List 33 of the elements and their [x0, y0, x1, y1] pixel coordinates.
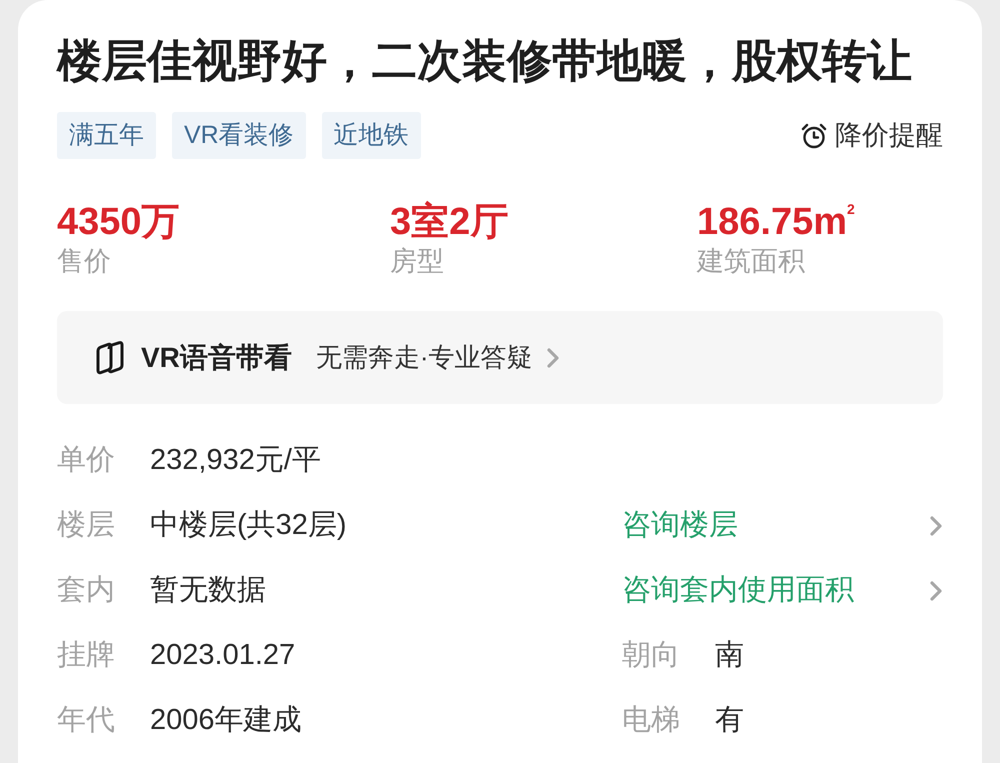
listing-title: 楼层佳视野好，二次装修带地暖，股权转让 [57, 34, 913, 88]
chevron-icon [930, 580, 942, 600]
detail-label: 朝向 [622, 638, 681, 673]
stat-value: 4350万 [57, 200, 181, 245]
stat-value: 3室2厅 [390, 200, 510, 245]
feature-tag: 满五年 [57, 112, 156, 159]
detail-value: 有 [715, 702, 744, 738]
stat-label: 房型 [390, 245, 445, 277]
detail-label: 电梯 [622, 702, 681, 738]
detail-value: 2006年建成 [150, 702, 302, 738]
chevron-icon [930, 516, 942, 536]
detail-label: 挂牌 [57, 638, 116, 673]
vr-tour-title: VR语音带看 [141, 340, 292, 374]
detail-label: 套内 [57, 572, 116, 608]
detail-label: 年代 [57, 702, 116, 738]
detail-value: 中楼层(共32层) [150, 508, 347, 543]
interlocked-frames-icon [95, 340, 125, 374]
chevron-icon [546, 348, 559, 368]
detail-label: 楼层 [57, 508, 116, 543]
feature-tag: 近地铁 [322, 112, 421, 159]
detail-label: 单价 [57, 442, 116, 478]
stat-label: 售价 [57, 245, 112, 277]
detail-value: 暂无数据 [150, 572, 266, 608]
vr-tour-banner[interactable]: VR语音带看 无需奔走·专业答疑 [57, 311, 943, 404]
price-alert-button[interactable]: 降价提醒 [801, 122, 943, 149]
vr-tour-subtitle: 无需奔走·专业答疑 [316, 341, 533, 374]
detail-value: 南 [715, 638, 744, 673]
stat-label: 建筑面积 [697, 245, 806, 277]
stat-value: 186.75m$^{2}$ [697, 200, 856, 245]
alarm-clock-icon [801, 122, 827, 148]
detail-value: 2023.01.27 [150, 638, 296, 673]
feature-tag: VR看装修 [172, 112, 306, 159]
detail-value: 232,932元/平 [150, 442, 321, 478]
